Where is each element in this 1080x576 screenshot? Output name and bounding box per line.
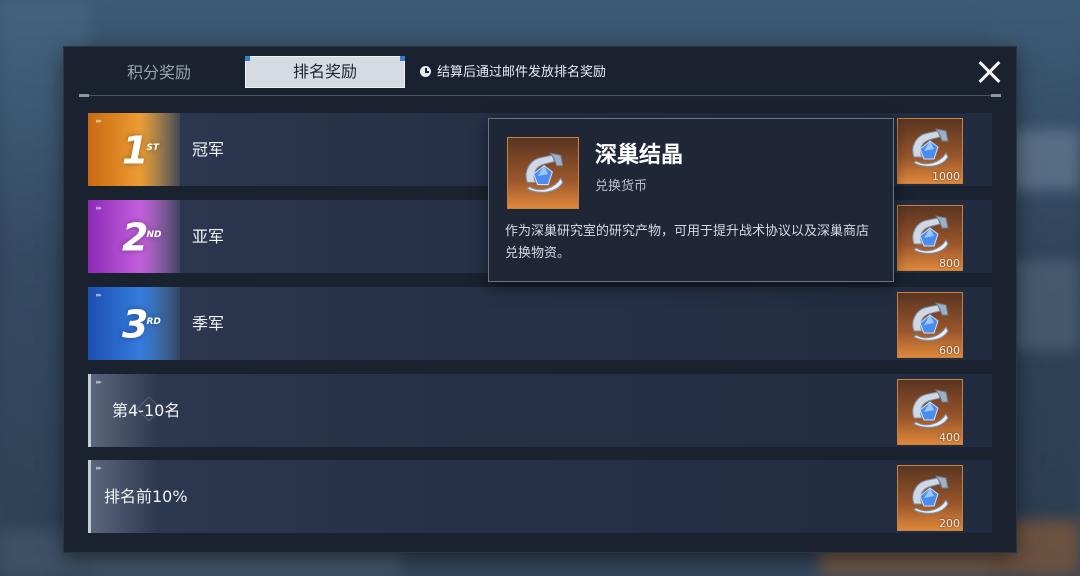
reward-quantity: 1000 xyxy=(932,170,960,183)
row-label: 排名前10% xyxy=(104,487,188,506)
notice-text: 结算后通过邮件发放排名奖励 xyxy=(437,65,607,80)
clock-icon xyxy=(420,66,431,77)
reward-quantity: 400 xyxy=(939,431,960,444)
row-accent-bar xyxy=(88,460,91,533)
crystal-icon xyxy=(908,474,952,514)
reward-row-rank-4-10: ▸▸ 第4-10名 400 xyxy=(88,374,992,447)
item-tooltip: 深巢结晶 兑换货币 作为深巢研究室的研究产物，可用于提升战术协议以及深巢商店兑换… xyxy=(488,118,894,282)
crystal-icon xyxy=(908,388,952,428)
row-label: 季军 xyxy=(192,314,225,333)
blue-rank-badge: ▸▸ 3RD xyxy=(88,287,180,360)
reward-quantity: 600 xyxy=(939,344,960,357)
settlement-notice: 结算后通过邮件发放排名奖励 xyxy=(420,63,606,83)
reward-row-rank-3: ▸▸ 3RD 季军 600 xyxy=(88,287,992,360)
row-accent-bar xyxy=(88,374,91,447)
reward-item-crystal[interactable]: 200 xyxy=(897,465,963,531)
reward-item-crystal[interactable]: 600 xyxy=(897,292,963,358)
crystal-icon xyxy=(908,301,952,341)
tab-bar: 积分奖励 排名奖励 结算后通过邮件发放排名奖励 xyxy=(64,47,1016,97)
gold-rank-badge: ▸▸ 1ST xyxy=(88,113,180,186)
tooltip-subtitle: 兑换货币 xyxy=(595,179,648,194)
tooltip-description: 作为深巢研究室的研究产物，可用于提升战术协议以及深巢商店兑换物资。 xyxy=(505,224,870,261)
rank-3-icon: 3RD xyxy=(122,302,161,347)
reward-quantity: 200 xyxy=(939,517,960,530)
reward-quantity: 800 xyxy=(939,257,960,270)
reward-item-crystal[interactable]: 400 xyxy=(897,379,963,445)
reward-item-crystal[interactable]: 800 xyxy=(897,205,963,271)
row-label: 第4-10名 xyxy=(112,401,181,420)
reward-item-crystal[interactable]: 1000 xyxy=(897,118,963,184)
tab-rank-reward[interactable]: 排名奖励 xyxy=(245,56,405,88)
purple-rank-badge: ▸▸ 2ND xyxy=(88,200,180,273)
row-label: 冠军 xyxy=(192,140,225,159)
row-label: 亚军 xyxy=(192,227,225,246)
tooltip-title: 深巢结晶 xyxy=(595,143,684,168)
tooltip-item-icon xyxy=(507,137,579,209)
crystal-icon xyxy=(908,127,952,167)
crystal-icon xyxy=(521,150,567,194)
header-divider xyxy=(79,94,1001,97)
rank-2-icon: 2ND xyxy=(122,215,162,260)
tab-points-reward[interactable]: 积分奖励 xyxy=(84,57,234,89)
close-icon[interactable] xyxy=(976,59,1002,85)
ranking-reward-panel: 积分奖励 排名奖励 结算后通过邮件发放排名奖励 ▸▸ 1ST 冠军 1000 ▸… xyxy=(64,47,1016,552)
crystal-icon xyxy=(908,214,952,254)
reward-row-top-10-percent: ▸▸ 排名前10% 200 xyxy=(88,460,992,533)
rank-1-icon: 1ST xyxy=(122,128,160,173)
